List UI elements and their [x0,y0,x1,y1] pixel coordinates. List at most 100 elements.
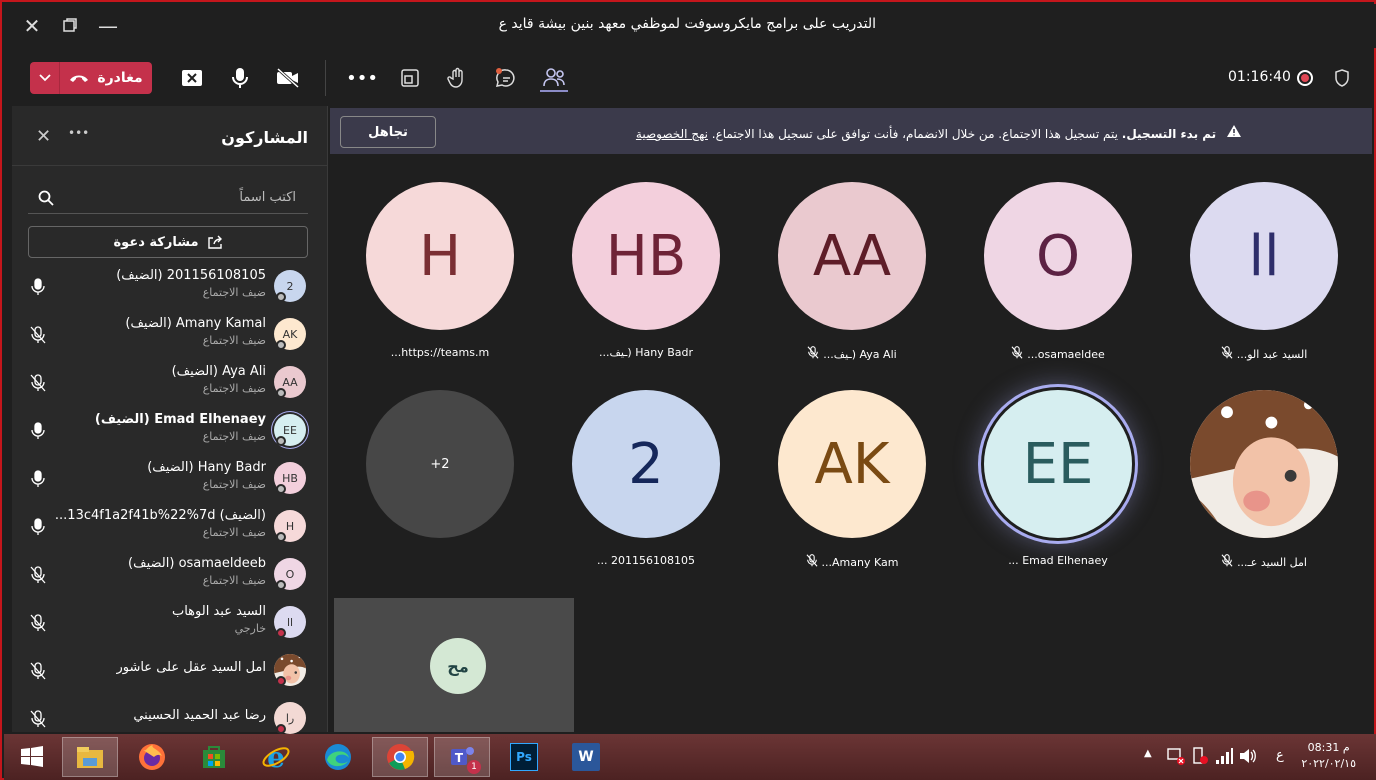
leave-button[interactable]: مغادرة [30,62,152,94]
microphone-icon[interactable] [30,470,48,488]
participant-row[interactable]: AA Aya Ali (الضيف) ضيف الاجتماع [12,362,328,410]
microphone-icon[interactable] [30,518,48,536]
edge-icon[interactable] [310,737,366,777]
panel-title: المشاركون [221,128,308,147]
microphone-icon[interactable] [30,422,48,440]
participant-name: رضا عبد الحميد الحسيني [133,708,266,723]
participant-row[interactable]: ll السيد عبد الوهاب خارجي [12,602,328,650]
share-icon [207,235,222,249]
participant-tile[interactable]: +2 [366,390,514,538]
mic-off-icon [1221,346,1233,362]
participant-row[interactable]: امل السيد عقل على عاشور [12,650,328,698]
tile-name: امل السيد عـ... [1174,554,1354,570]
tile-name-text: Aya Ali (ـيف... [823,347,897,361]
mic-off-icon[interactable] [30,662,48,680]
dismiss-button[interactable]: تجاهل [340,116,436,148]
participant-tile[interactable]: EE [984,390,1132,538]
panel-header: ✕ ••• المشاركون [12,106,328,166]
clock-date: ٢٠٢٢/٠٢/١٥ [1301,757,1356,770]
participant-row[interactable]: 2 201156108105 (الضيف) ضيف الاجتماع [12,266,328,314]
leave-label: مغادرة [97,70,143,86]
participant-tile[interactable]: AA [778,182,926,330]
volume-icon[interactable] [1238,746,1258,770]
mic-off-icon[interactable] [30,614,48,632]
tile-name: Emad Elhenaey ... [968,554,1148,567]
participant-tile[interactable]: HB [572,182,720,330]
language-indicator[interactable]: ع [1276,748,1284,763]
shield-icon[interactable] [1328,64,1356,92]
internet-explorer-icon[interactable]: e [248,737,304,777]
participant-role: ضيف الاجتماع [202,478,266,491]
mic-off-icon[interactable] [30,710,48,728]
search-placeholder: اكتب اسماً [239,190,296,205]
participants-panel: ✕ ••• المشاركون اكتب اسماً مشاركة دعوة 2… [12,106,328,734]
chat-icon[interactable] [492,64,520,92]
microphone-icon[interactable] [226,64,254,92]
participant-tile[interactable]: H [366,182,514,330]
tile-name-text: امل السيد عـ... [1237,555,1307,569]
search-input[interactable]: اكتب اسماً [28,182,308,214]
mic-off-icon [806,554,818,570]
participant-row[interactable]: AK Amany Kamal (الضيف) ضيف الاجتماع [12,314,328,362]
store-icon[interactable] [186,737,242,777]
participant-role: ضيف الاجتماع [202,286,266,299]
participant-row[interactable]: HB Hany Badr (الضيف) ضيف الاجتماع [12,458,328,506]
participant-name: Amany Kamal (الضيف) [125,316,266,331]
word-icon[interactable]: W [558,737,614,777]
meeting-timer: 01:16:40 [1228,69,1291,85]
close-icon[interactable]: ✕ [20,14,44,38]
participant-row[interactable]: EE Emad Elhenaey (الضيف) ضيف الاجتماع [12,410,328,458]
network-icon[interactable] [1166,746,1186,770]
participant-tile[interactable]: ll [1190,182,1338,330]
teams-badge: 1 [467,760,481,774]
clock[interactable]: 08:31 م ٢٠٢٢/٠٢/١٥ [1301,740,1356,772]
panel-more-icon[interactable]: ••• [68,126,89,140]
chrome-icon[interactable] [372,737,428,777]
search-icon [38,190,54,206]
tile-name-text: 201156108105 ... [597,554,695,567]
more-options-icon[interactable]: ••• [346,64,378,92]
camera-off-icon[interactable] [274,64,302,92]
participant-tile[interactable] [1190,390,1338,538]
privacy-link[interactable]: نهج الخصوصية [636,127,708,141]
chevron-down-icon[interactable] [30,62,60,94]
tray-up-icon[interactable]: ▲ [1144,748,1152,759]
mic-off-icon[interactable] [30,326,48,344]
window-title: التدريب على برامج مايكروسوفت لموظفي معهد… [498,16,876,32]
presence-dot [276,628,286,638]
close-panel-icon[interactable]: ✕ [36,126,51,147]
participant-row[interactable]: H (الضيف) 13c4f1a2f41b%22%7d... ضيف الاجتم… [12,506,328,554]
microphone-icon[interactable] [30,278,48,296]
battery-icon[interactable] [1190,746,1210,770]
tile-name: Hany Badr (ـيف... [556,346,736,359]
participant-tile[interactable]: 2 [572,390,720,538]
self-view[interactable]: مح [334,598,574,732]
file-explorer-icon[interactable] [62,737,118,777]
share-tray-icon[interactable] [178,64,206,92]
share-invite-button[interactable]: مشاركة دعوة [28,226,308,258]
meeting-toolbar: مغادرة ••• 01:16:40 [12,50,1372,106]
participant-role: ضيف الاجتماع [202,574,266,587]
participant-name: السيد عبد الوهاب [171,604,266,619]
rooms-icon[interactable] [396,64,424,92]
firefox-icon[interactable] [124,737,180,777]
participant-role: خارجي [234,622,266,635]
meeting-stage: تجاهل تم بدء التسجيل. يتم تسجيل هذا الاج… [330,106,1372,732]
reactions-icon[interactable] [444,64,472,92]
participant-tile[interactable]: O [984,182,1132,330]
participants-icon[interactable] [540,64,568,92]
title-bar: ✕ — التدريب على برامج مايكروسوفت لموظفي … [4,4,1376,48]
mic-off-icon[interactable] [30,566,48,584]
signal-icon[interactable] [1214,746,1234,770]
photoshop-icon[interactable]: Ps [496,737,552,777]
participant-tile[interactable]: AK [778,390,926,538]
minimize-icon[interactable]: — [96,14,120,38]
mic-off-icon[interactable] [30,374,48,392]
restore-icon[interactable] [58,14,82,38]
teams-icon[interactable]: T 1 [434,737,490,777]
participant-row[interactable]: Oosamaeldeeb (الضيف) ضيف الاجتماع [12,554,328,602]
participant-role: ضيف الاجتماع [202,430,266,443]
presence-dot [276,580,286,590]
start-icon[interactable] [10,737,54,777]
presence-dot [276,388,286,398]
